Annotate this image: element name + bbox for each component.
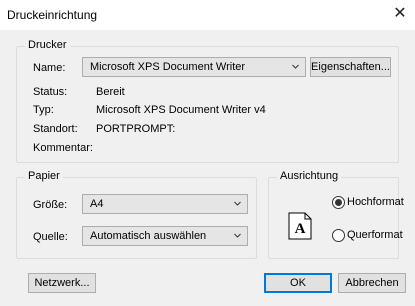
paper-group: Papier <box>16 170 257 259</box>
paper-source-label: Quelle: <box>33 231 68 243</box>
chevron-down-icon <box>234 233 241 238</box>
paper-source-dropdown[interactable]: Automatisch auswählen <box>82 226 248 246</box>
status-value: Bereit <box>96 86 125 98</box>
close-icon[interactable]: ✕ <box>385 0 415 30</box>
paper-group-label: Papier <box>25 170 63 182</box>
network-button[interactable]: Netzwerk... <box>28 273 96 293</box>
printer-name-value: Microsoft XPS Document Writer <box>90 61 246 73</box>
chevron-down-icon <box>234 201 241 206</box>
title-bar: Druckeinrichtung ✕ <box>0 0 415 30</box>
paper-size-value: A4 <box>90 198 104 210</box>
comment-label: Kommentar: <box>33 142 93 154</box>
type-value: Microsoft XPS Document Writer v4 <box>96 104 266 116</box>
paper-size-dropdown[interactable]: A4 <box>82 194 248 214</box>
properties-button[interactable]: Eigenschaften... <box>310 57 391 77</box>
orientation-group-label: Ausrichtung <box>277 170 342 182</box>
landscape-label[interactable]: Querformat <box>347 229 403 241</box>
paper-source-value: Automatisch auswählen <box>90 230 207 242</box>
portrait-radio[interactable] <box>332 196 345 209</box>
chevron-down-icon <box>292 64 299 69</box>
ok-button[interactable]: OK <box>264 273 332 293</box>
portrait-radio-dot <box>335 199 342 206</box>
window-title: Druckeinrichtung <box>7 8 98 22</box>
cancel-button[interactable]: Abbrechen <box>338 273 406 293</box>
page-icon-letter: A <box>295 221 306 237</box>
printer-group-label: Drucker <box>25 39 70 51</box>
status-label: Status: <box>33 86 68 98</box>
portrait-page-icon: A <box>288 212 312 240</box>
type-label: Typ: <box>33 104 54 116</box>
portrait-label[interactable]: Hochformat <box>347 196 404 208</box>
printer-name-dropdown[interactable]: Microsoft XPS Document Writer <box>82 57 306 77</box>
printer-name-label: Name: <box>33 62 66 74</box>
location-label: Standort: <box>33 123 78 135</box>
landscape-radio[interactable] <box>332 229 345 242</box>
location-value: PORTPROMPT: <box>96 123 176 135</box>
paper-size-label: Größe: <box>33 199 68 211</box>
